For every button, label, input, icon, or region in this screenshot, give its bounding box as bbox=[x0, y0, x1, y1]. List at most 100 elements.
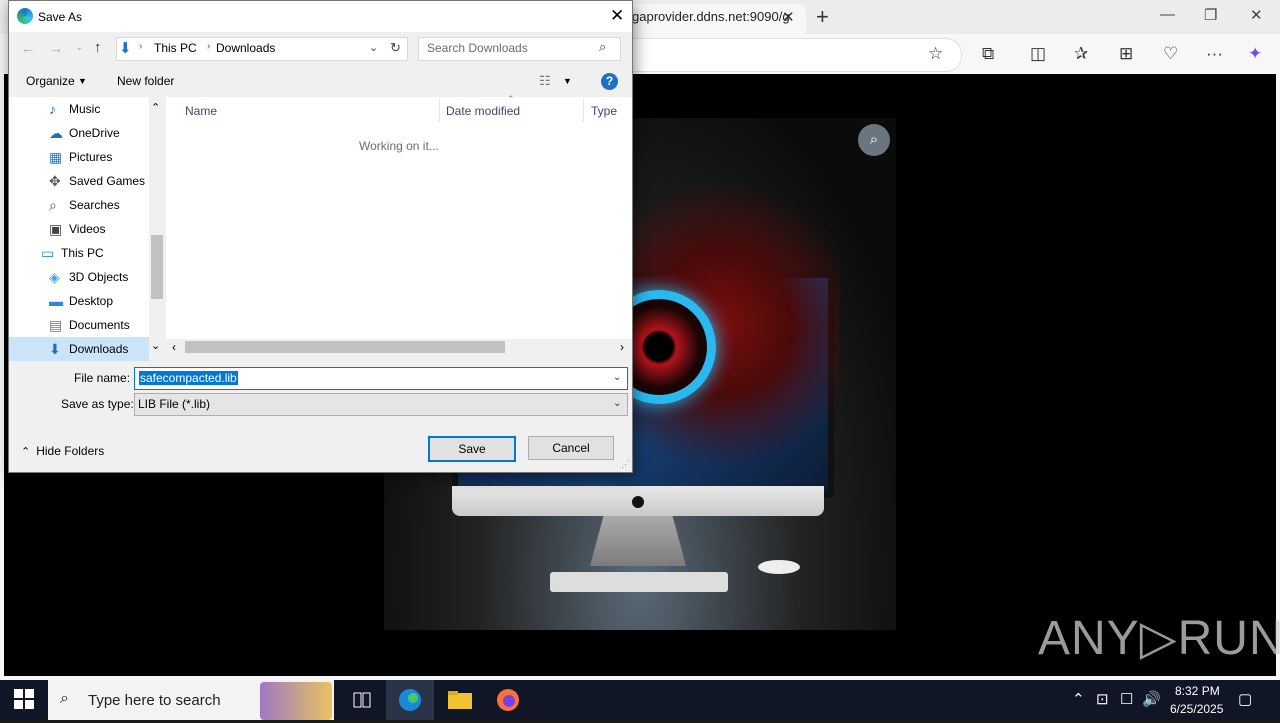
up-arrow-icon[interactable]: ↑ bbox=[94, 39, 102, 56]
sidebar-item-saved-games[interactable]: ✥ Saved Games bbox=[9, 169, 149, 193]
chevron-down-icon[interactable]: ⌄ bbox=[613, 398, 621, 409]
scroll-up-icon[interactable]: ⌃ bbox=[151, 101, 160, 114]
extensions-icon[interactable]: ⧉ bbox=[982, 44, 994, 64]
column-divider[interactable] bbox=[439, 98, 440, 122]
sidebar-item-music[interactable]: ♪ Music bbox=[9, 97, 149, 121]
restore-icon[interactable]: ❐ bbox=[1204, 6, 1217, 24]
collections-icon[interactable]: ⊞ bbox=[1119, 44, 1133, 64]
nav-item-label: Desktop bbox=[69, 294, 114, 308]
task-view-icon[interactable] bbox=[338, 680, 386, 720]
dialog-titlebar[interactable] bbox=[9, 1, 632, 32]
file-explorer-icon[interactable] bbox=[436, 680, 484, 720]
new-folder-button[interactable]: New folder bbox=[117, 74, 174, 88]
search-highlight-image bbox=[260, 682, 332, 720]
chevron-up-icon: ⌃ bbox=[21, 446, 31, 458]
save-type-value[interactable]: LIB File (*.lib) bbox=[138, 397, 210, 411]
file-list[interactable] bbox=[166, 97, 632, 339]
network-icon[interactable]: ☐ bbox=[1120, 690, 1133, 708]
favorite-star-icon[interactable]: ☆ bbox=[928, 44, 943, 64]
windows-start-icon[interactable] bbox=[14, 689, 34, 709]
sidebar-item-videos[interactable]: ▣ Videos bbox=[9, 217, 149, 241]
sidebar-item-this-pc[interactable]: ▭ This PC bbox=[9, 241, 149, 265]
chevron-down-icon[interactable]: ⌄ bbox=[613, 372, 621, 383]
breadcrumb-this-pc[interactable]: This PC bbox=[154, 41, 197, 55]
nav-item-icon: ▤ bbox=[49, 317, 63, 333]
taskbar-search-placeholder[interactable]: Type here to search bbox=[88, 692, 221, 709]
forward-arrow-icon[interactable]: → bbox=[49, 40, 63, 56]
visual-search-icon[interactable]: ⌕ bbox=[858, 124, 890, 156]
column-divider[interactable] bbox=[583, 98, 584, 122]
scroll-right-icon[interactable]: › bbox=[620, 340, 624, 354]
tab-close-icon[interactable]: ✕ bbox=[782, 8, 795, 26]
edge-taskbar-icon[interactable] bbox=[386, 680, 434, 720]
breadcrumb-downloads[interactable]: Downloads bbox=[216, 41, 275, 55]
sidebar-item-desktop[interactable]: ▬ Desktop bbox=[9, 289, 149, 313]
nav-scrollbar[interactable] bbox=[149, 97, 165, 355]
scroll-left-icon[interactable]: ‹ bbox=[172, 340, 176, 354]
nav-item-icon: ◈ bbox=[49, 269, 60, 285]
nav-item-label: OneDrive bbox=[69, 126, 120, 140]
nav-item-label: Pictures bbox=[69, 150, 113, 164]
chevron-down-icon[interactable]: ▼ bbox=[563, 76, 572, 86]
sidebar-item-documents[interactable]: ▤ Documents bbox=[9, 313, 149, 337]
dialog-title: Save As bbox=[38, 10, 83, 24]
chevron-down-icon[interactable]: ⌄ bbox=[369, 41, 378, 54]
notifications-icon[interactable]: ▢ bbox=[1238, 690, 1252, 708]
window-close-icon[interactable]: ✕ bbox=[1250, 6, 1263, 24]
nav-scroll-thumb[interactable] bbox=[151, 235, 163, 299]
sidebar-item-3d-objects[interactable]: ◈ 3D Objects bbox=[9, 265, 149, 289]
volume-icon[interactable]: 🔊 bbox=[1142, 690, 1161, 708]
nav-item-icon: ▦ bbox=[49, 149, 63, 165]
nav-item-label: Saved Games bbox=[69, 174, 146, 188]
refresh-icon[interactable]: ↻ bbox=[390, 40, 401, 56]
search-icon[interactable]: ⌕ bbox=[599, 39, 606, 55]
monitor-chin bbox=[452, 486, 824, 516]
hide-folders-button[interactable]: ⌃ Hide Folders bbox=[21, 444, 104, 458]
address-bar[interactable] bbox=[620, 38, 962, 72]
cancel-button[interactable]: Cancel bbox=[528, 436, 614, 460]
tray-overflow-icon[interactable]: ⌃ bbox=[1072, 690, 1085, 708]
meet-now-icon[interactable]: ⊡ bbox=[1096, 690, 1109, 708]
search-placeholder[interactable]: Search Downloads bbox=[427, 41, 528, 55]
nav-item-icon: ☁ bbox=[49, 125, 63, 141]
chevron-down-icon[interactable]: ▼ bbox=[78, 76, 87, 86]
sidebar-item-onedrive[interactable]: ☁ OneDrive bbox=[9, 121, 149, 145]
close-icon[interactable]: ✕ bbox=[610, 6, 624, 26]
nav-item-icon: ▭ bbox=[41, 245, 55, 261]
back-arrow-icon[interactable]: ← bbox=[21, 40, 35, 56]
resize-grip-icon[interactable]: ⋰ bbox=[621, 459, 630, 470]
save-button[interactable]: Save bbox=[428, 436, 516, 462]
more-icon[interactable]: ··· bbox=[1206, 44, 1223, 64]
path-separator[interactable]: › bbox=[207, 41, 210, 52]
split-screen-icon[interactable]: ◫ bbox=[1030, 44, 1046, 64]
file-name-value[interactable]: safecompacted.lib bbox=[139, 371, 238, 385]
scroll-down-icon[interactable]: ⌄ bbox=[151, 339, 160, 352]
organize-button[interactable]: Organize bbox=[26, 74, 75, 88]
search-icon[interactable]: ⌕ bbox=[60, 690, 69, 708]
tab-title[interactable]: gaprovider.ddns.net:9090/g bbox=[632, 9, 790, 24]
favorites-icon[interactable]: ✰ bbox=[1074, 44, 1088, 64]
nav-item-icon: ▬ bbox=[49, 293, 63, 309]
h-scroll-thumb[interactable] bbox=[185, 341, 505, 353]
recent-locations-icon[interactable]: ⌄ bbox=[75, 42, 83, 53]
firefox-icon[interactable] bbox=[484, 680, 532, 720]
copilot-icon[interactable]: ✦ bbox=[1248, 44, 1262, 64]
help-icon[interactable]: ? bbox=[601, 73, 618, 90]
clock-date[interactable]: 6/25/2025 bbox=[1170, 702, 1223, 716]
view-options-icon[interactable]: ☷ bbox=[539, 73, 551, 89]
new-tab-icon[interactable]: + bbox=[816, 4, 829, 30]
downloads-icon: ⬇ bbox=[119, 40, 132, 57]
path-separator[interactable]: › bbox=[139, 41, 142, 52]
sidebar-item-searches[interactable]: ⌕ Searches bbox=[9, 193, 149, 217]
column-name[interactable]: Name bbox=[185, 104, 217, 118]
sidebar-item-downloads[interactable]: ⬇ Downloads bbox=[9, 337, 149, 361]
minimize-icon[interactable]: — bbox=[1160, 6, 1175, 23]
sidebar-item-pictures[interactable]: ▦ Pictures bbox=[9, 145, 149, 169]
nav-item-label: Documents bbox=[69, 318, 130, 332]
column-date-modified[interactable]: Date modified bbox=[446, 104, 520, 118]
apple-logo-icon bbox=[632, 496, 644, 508]
clock-time[interactable]: 8:32 PM bbox=[1175, 684, 1220, 698]
save-type-label: Save as type: bbox=[61, 397, 134, 411]
browser-essentials-icon[interactable]: ♡ bbox=[1163, 44, 1178, 64]
column-type[interactable]: Type bbox=[591, 104, 617, 118]
